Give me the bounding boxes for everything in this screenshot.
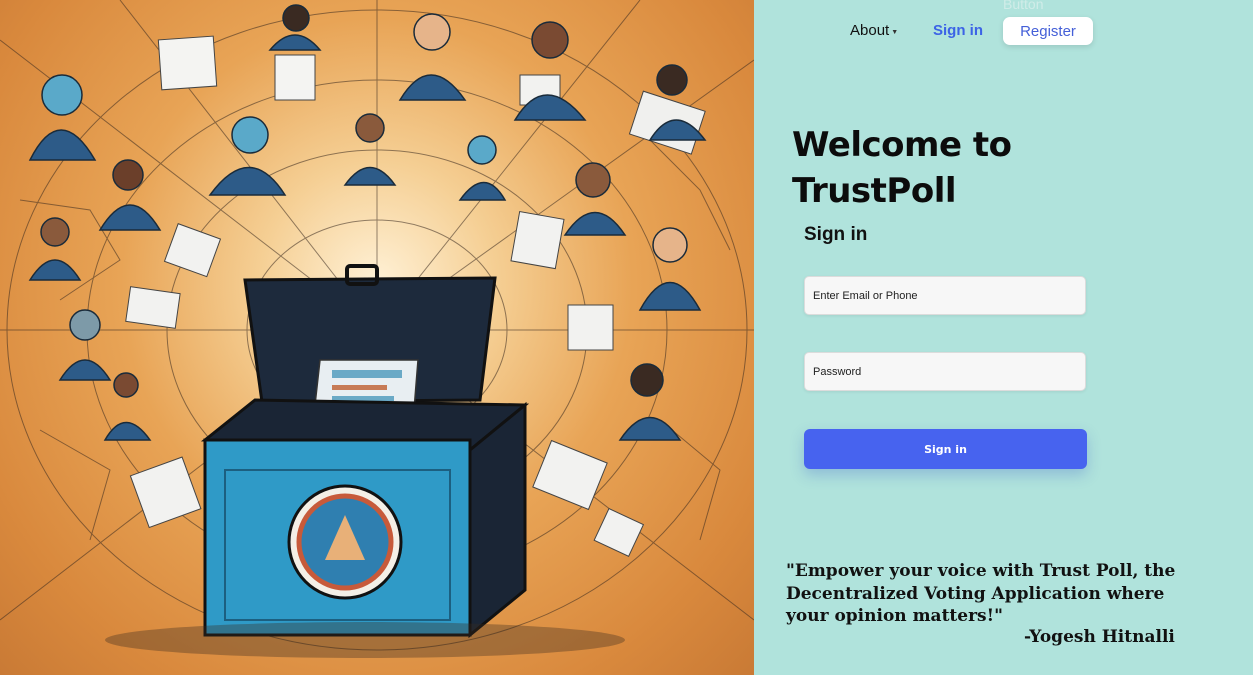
nav-signin-link[interactable]: Sign in xyxy=(933,22,983,39)
signin-heading: Sign in xyxy=(804,224,868,245)
password-field[interactable] xyxy=(804,352,1086,391)
signin-panel: About ▼ Sign in Button Register Welcome … xyxy=(754,0,1253,675)
signin-submit-button[interactable]: Sign in xyxy=(804,429,1087,469)
quote-text: "Empower your voice with Trust Poll, the… xyxy=(786,561,1176,626)
page-title: Welcome to TrustPoll xyxy=(792,125,1012,211)
chevron-down-icon: ▼ xyxy=(891,28,899,36)
email-phone-field[interactable] xyxy=(804,276,1086,315)
quote-author: -Yogesh Hitnalli xyxy=(1024,627,1175,647)
ghost-button-label: Button xyxy=(1003,0,1044,12)
nav-about-menu[interactable]: About ▼ xyxy=(850,22,898,39)
nav-about-label: About xyxy=(850,22,890,39)
register-button[interactable]: Register xyxy=(1003,17,1093,45)
hero-illustration xyxy=(0,0,754,675)
voting-illustration xyxy=(0,0,754,658)
